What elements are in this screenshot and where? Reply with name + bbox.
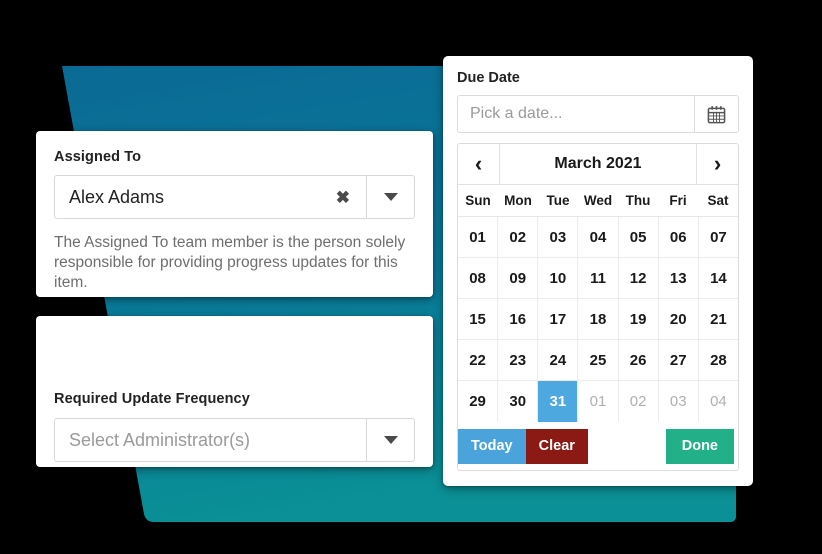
calendar-day-02-outside[interactable]: 02 (618, 381, 659, 422)
due-date-input-group[interactable]: Pick a date... (457, 95, 739, 133)
calendar-day-01-outside[interactable]: 01 (578, 381, 619, 422)
calendar-day-29[interactable]: 29 (458, 381, 499, 422)
day-header: Wed (583, 193, 613, 208)
calendar-day-19[interactable]: 19 (618, 299, 659, 339)
calendar-widget: ‹ March 2021 › Sun Mon Tue Wed Thu Fri S… (457, 143, 739, 471)
calendar-day-14[interactable]: 14 (698, 258, 738, 298)
assigned-to-value-area[interactable]: Alex Adams ✖ (55, 176, 366, 218)
update-frequency-label: Required Update Frequency (54, 391, 250, 407)
assigned-to-help-text: The Assigned To team member is the perso… (54, 234, 406, 291)
calendar-day-07[interactable]: 07 (698, 217, 738, 257)
calendar-day-10[interactable]: 10 (538, 258, 579, 298)
day-header: Thu (625, 193, 651, 208)
calendar-day-05[interactable]: 05 (618, 217, 659, 257)
calendar-day-03[interactable]: 03 (538, 217, 579, 257)
chevron-left-icon: ‹ (474, 151, 483, 176)
assigned-to-value: Alex Adams (69, 186, 165, 207)
calendar-day-15[interactable]: 15 (458, 299, 499, 339)
due-date-input-placeholder: Pick a date... (470, 105, 563, 122)
today-button[interactable]: Today (458, 428, 526, 464)
calendar-day-26[interactable]: 26 (618, 340, 659, 380)
calendar-day-06[interactable]: 06 (658, 217, 699, 257)
calendar-day-13[interactable]: 13 (658, 258, 699, 298)
next-month-button[interactable]: › (696, 144, 738, 184)
open-calendar-button[interactable] (694, 96, 738, 132)
calendar-week-row: 22 23 24 25 26 27 28 (458, 340, 738, 381)
calendar-day-01[interactable]: 01 (458, 217, 499, 257)
day-header: Sat (707, 193, 729, 208)
calendar-day-24[interactable]: 24 (538, 340, 579, 380)
calendar-day-18[interactable]: 18 (578, 299, 619, 339)
calendar-day-09[interactable]: 09 (498, 258, 539, 298)
calendar-icon (707, 105, 726, 123)
due-date-card: Due Date Pick a date... ‹ March 2021 › S… (443, 56, 753, 486)
calendar-day-31[interactable]: 31 (538, 381, 579, 422)
calendar-day-23[interactable]: 23 (498, 340, 539, 380)
clear-button[interactable]: Clear (525, 428, 588, 464)
calendar-day-27[interactable]: 27 (658, 340, 699, 380)
calendar-day-22[interactable]: 22 (458, 340, 499, 380)
clear-x-icon[interactable]: ✖ (332, 189, 354, 206)
calendar-day-20[interactable]: 20 (658, 299, 699, 339)
assigned-to-select[interactable]: Alex Adams ✖ (54, 175, 415, 219)
screenshot-stage: Assigned To Alex Adams ✖ The Assigned To… (0, 0, 822, 554)
chevron-down-icon (383, 193, 398, 201)
calendar-day-30[interactable]: 30 (498, 381, 539, 422)
day-header: Fri (669, 193, 687, 208)
chevron-right-icon: › (713, 151, 722, 176)
assigned-to-card: Assigned To Alex Adams ✖ The Assigned To… (36, 131, 433, 297)
due-date-input[interactable]: Pick a date... (458, 96, 694, 132)
calendar-week-row: 15 16 17 18 19 20 21 (458, 299, 738, 340)
calendar-day-25[interactable]: 25 (578, 340, 619, 380)
calendar-header: ‹ March 2021 › (458, 144, 738, 185)
calendar-footer: Today Clear Done (458, 422, 738, 470)
calendar-week-row: 08 09 10 11 12 13 14 (458, 258, 738, 299)
calendar-day-16[interactable]: 16 (498, 299, 539, 339)
calendar-day-12[interactable]: 12 (618, 258, 659, 298)
calendar-day-04[interactable]: 04 (578, 217, 619, 257)
calendar-week-row: 29 30 31 01 02 03 04 (458, 381, 738, 422)
calendar-weeks: 01 02 03 04 05 06 07 08 09 10 11 12 13 14 15 16 17 18 19 20… (458, 217, 738, 422)
update-frequency-value-area[interactable]: Select Administrator(s) (55, 419, 366, 461)
chevron-down-icon (383, 436, 398, 444)
done-button[interactable]: Done (665, 428, 734, 464)
calendar-day-headers: Sun Mon Tue Wed Thu Fri Sat (458, 185, 738, 217)
update-frequency-placeholder: Select Administrator(s) (69, 429, 251, 450)
update-frequency-select[interactable]: Select Administrator(s) (54, 418, 415, 462)
calendar-day-08[interactable]: 08 (458, 258, 499, 298)
calendar-day-21[interactable]: 21 (698, 299, 738, 339)
calendar-day-04-outside[interactable]: 04 (698, 381, 738, 422)
calendar-day-03-outside[interactable]: 03 (658, 381, 699, 422)
calendar-day-17[interactable]: 17 (538, 299, 579, 339)
calendar-week-row: 01 02 03 04 05 06 07 (458, 217, 738, 258)
calendar-month-title[interactable]: March 2021 (500, 144, 696, 184)
due-date-label: Due Date (457, 70, 520, 86)
prev-month-button[interactable]: ‹ (458, 144, 500, 184)
update-frequency-dropdown-button[interactable] (366, 419, 414, 461)
assigned-to-dropdown-button[interactable] (366, 176, 414, 218)
calendar-day-02[interactable]: 02 (498, 217, 539, 257)
calendar-day-28[interactable]: 28 (698, 340, 738, 380)
day-header: Tue (546, 193, 570, 208)
calendar-day-11[interactable]: 11 (578, 258, 619, 298)
assigned-to-label: Assigned To (54, 149, 142, 165)
update-frequency-card: Required Update Frequency Select Adminis… (36, 316, 433, 467)
day-header: Sun (465, 193, 491, 208)
day-header: Mon (504, 193, 532, 208)
